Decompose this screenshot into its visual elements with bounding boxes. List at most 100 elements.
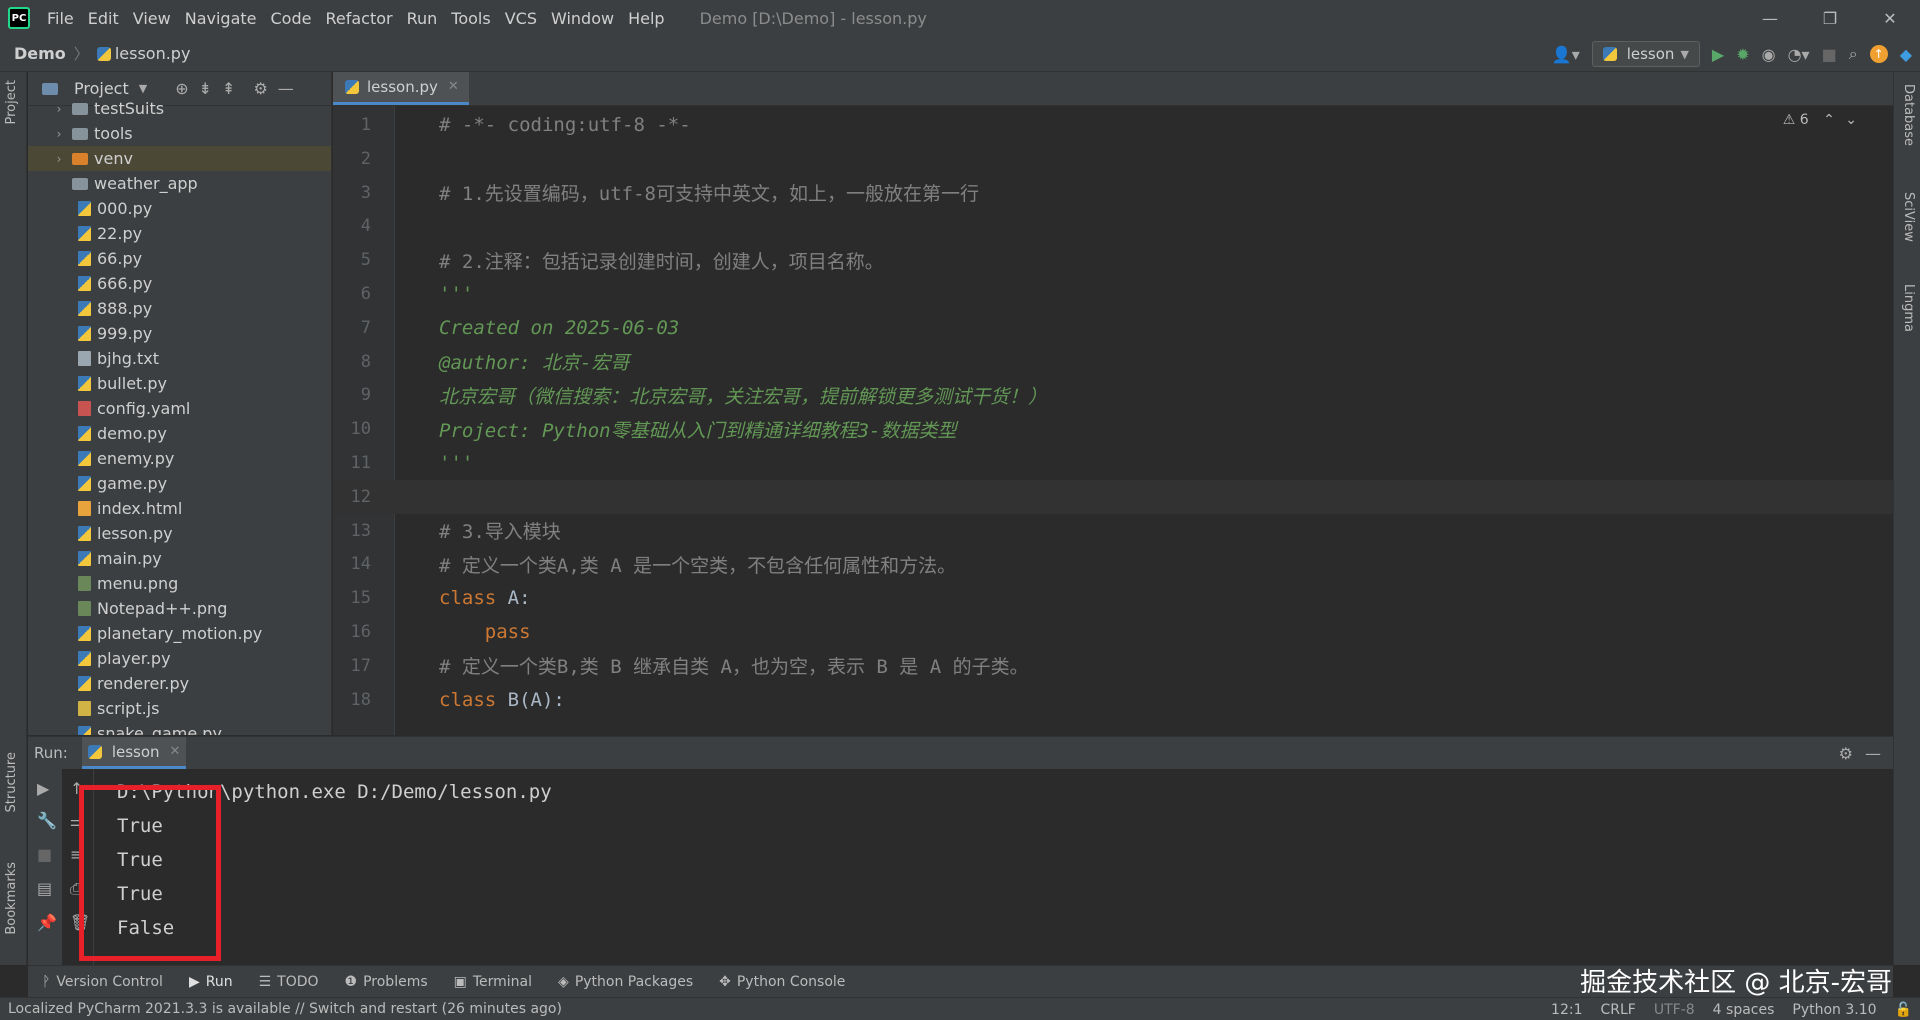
code-line[interactable]: 4 [333, 209, 1893, 243]
run-tool[interactable]: ▶ Run [189, 974, 233, 990]
stop-icon[interactable]: ■ [37, 845, 52, 864]
project-tree-item[interactable]: weather_app [28, 171, 198, 196]
chevron-down-icon[interactable]: ⌄ [1845, 112, 1857, 128]
code-line[interactable]: 12 [333, 479, 1893, 514]
code-line[interactable]: 16 pass [333, 615, 1893, 649]
code-line[interactable]: 15 class A: [333, 581, 1893, 615]
project-tree-item[interactable]: 000.py [28, 196, 152, 221]
menu-tools[interactable]: Tools [444, 9, 497, 28]
indent-setting[interactable]: 4 spaces [1713, 1002, 1775, 1018]
tab-lesson-py[interactable]: lesson.py ✕ [333, 72, 469, 105]
code-line[interactable]: 11 ''' [333, 446, 1893, 480]
project-tree-item[interactable]: snake_game.py [28, 721, 222, 735]
toolbox-icon[interactable]: ◆ [1900, 45, 1912, 64]
code-line[interactable]: 7 Created on 2025-06-03 [333, 311, 1893, 345]
update-icon[interactable]: ↑ [1869, 45, 1888, 63]
chevron-right-icon[interactable]: › [52, 152, 66, 166]
collapse-all-icon[interactable]: ⇞ [222, 79, 235, 98]
lingma-tool-tab[interactable]: Lingma [1901, 284, 1916, 332]
chevron-right-icon[interactable]: › [52, 127, 66, 141]
code-line[interactable]: 9 北京宏哥（微信搜索：北京宏哥，关注宏哥，提前解锁更多测试干货！） [333, 378, 1893, 412]
code-line[interactable]: 17 # 定义一个类B,类 B 继承自类 A，也为空，表示 B 是 A 的子类。 [333, 649, 1893, 683]
code-line[interactable]: 18 class B(A): [333, 683, 1893, 717]
menu-refactor[interactable]: Refactor [318, 9, 399, 28]
close-tab-icon[interactable]: ✕ [448, 79, 459, 94]
restore-button[interactable]: ❐ [1800, 0, 1860, 36]
code-line[interactable]: 3 # 1.先设置编码，utf-8可支持中英文，如上，一般放在第一行 [333, 176, 1893, 210]
file-encoding[interactable]: UTF-8 [1654, 1002, 1695, 1018]
chevron-right-icon[interactable]: › [52, 102, 66, 116]
pin-icon[interactable]: 📌 [37, 913, 57, 932]
expand-all-icon[interactable]: ⇟ [199, 79, 212, 98]
project-tree-item[interactable]: renderer.py [28, 671, 189, 696]
run-icon[interactable]: ▶ [1712, 45, 1724, 64]
project-tree-item[interactable]: menu.png [28, 571, 178, 596]
menu-file[interactable]: File [40, 9, 81, 28]
chevron-down-icon[interactable]: ▼ [139, 82, 147, 95]
caret-position[interactable]: 12:1 [1551, 1002, 1582, 1018]
run-tab-lesson[interactable]: lesson ✕ [81, 737, 187, 769]
code-line[interactable]: 2 [333, 142, 1893, 176]
project-tool-tab[interactable]: Project [4, 80, 19, 124]
warnings-badge[interactable]: ⚠ 6 ⌃ ⌄ [1783, 112, 1857, 128]
trash-icon[interactable]: 🗑 [70, 913, 90, 932]
gear-icon[interactable]: ⚙ [1839, 744, 1853, 763]
project-tree-item[interactable]: › tools [28, 121, 133, 146]
close-tab-icon[interactable]: ✕ [170, 744, 181, 759]
rerun-icon[interactable]: ▶ [37, 779, 49, 798]
minimize-button[interactable]: — [1740, 0, 1800, 36]
up-arrow-icon[interactable]: ↑ [70, 779, 83, 798]
project-tree-item[interactable]: 66.py [28, 246, 142, 271]
coverage-icon[interactable]: ◉ [1762, 45, 1776, 64]
hide-panel-icon[interactable]: — [278, 79, 294, 98]
terminal-tool[interactable]: ▣ Terminal [454, 974, 532, 990]
menu-view[interactable]: View [126, 9, 178, 28]
hide-panel-icon[interactable]: — [1865, 744, 1881, 763]
sciview-tool-tab[interactable]: SciView [1901, 192, 1916, 242]
code-line[interactable]: 6 ''' [333, 277, 1893, 311]
project-tree-item[interactable]: lesson.py [28, 521, 173, 546]
layout-icon[interactable]: ▤ [37, 879, 52, 898]
project-tree-item[interactable]: bullet.py [28, 371, 167, 396]
code-line[interactable]: 10 Project: Python零基础从入门到精通详细教程3-数据类型 [333, 412, 1893, 446]
code-line[interactable]: 8 @author: 北京-宏哥 [333, 345, 1893, 379]
project-tree-item[interactable]: 999.py [28, 321, 152, 346]
print-icon[interactable]: ⎙ [70, 879, 83, 899]
structure-tool-tab[interactable]: Structure [4, 752, 19, 812]
status-message[interactable]: Localized PyCharm 2021.3.3 is available … [0, 1001, 562, 1017]
code-line[interactable]: 1 # -*- coding:utf-8 -*- [333, 108, 1893, 142]
scroll-to-end-icon[interactable]: ≡ [70, 845, 83, 864]
todo-tool[interactable]: ☰ TODO [259, 974, 319, 990]
project-tree-item[interactable]: config.yaml [28, 396, 190, 421]
project-tree-item[interactable]: main.py [28, 546, 162, 571]
version-control-tool[interactable]: ᚹ Version Control [42, 974, 163, 990]
user-icon[interactable]: 👤▾ [1552, 45, 1580, 64]
search-icon[interactable]: ⌕ [1849, 44, 1858, 64]
project-tree-item[interactable]: 888.py [28, 296, 152, 321]
project-tree-item[interactable]: game.py [28, 471, 167, 496]
menu-navigate[interactable]: Navigate [178, 9, 264, 28]
run-config-select[interactable]: lesson ▼ [1591, 41, 1700, 67]
line-separator[interactable]: CRLF [1601, 1002, 1636, 1018]
project-tree-item[interactable]: index.html [28, 496, 182, 521]
python-packages-tool[interactable]: ◈ Python Packages [558, 974, 693, 990]
profile-icon[interactable]: ◔▾ [1788, 45, 1810, 64]
menu-window[interactable]: Window [544, 9, 621, 28]
project-tree-item[interactable]: › venv [28, 146, 331, 171]
lock-icon[interactable]: 🔓 [1895, 1002, 1912, 1018]
bookmarks-tool-tab[interactable]: Bookmarks [4, 862, 19, 935]
gear-icon[interactable]: ⚙ [253, 79, 267, 98]
menu-edit[interactable]: Edit [81, 9, 126, 28]
wrench-icon[interactable]: 🔧 [37, 811, 57, 830]
menu-code[interactable]: Code [264, 9, 319, 28]
breadcrumb-file[interactable]: lesson.py [115, 44, 191, 63]
close-window-button[interactable]: ✕ [1860, 0, 1920, 36]
code-line[interactable]: 5 # 2.注释：包括记录创建时间，创建人，项目名称。 [333, 243, 1893, 277]
soft-wrap-icon[interactable]: ⇉ [70, 813, 83, 832]
python-console-tool[interactable]: ✥ Python Console [719, 974, 845, 990]
locate-icon[interactable]: ⊕ [175, 79, 188, 98]
problems-tool[interactable]: ❶ Problems [345, 974, 428, 990]
debug-icon[interactable]: ✹ [1736, 45, 1749, 64]
project-tree-item[interactable]: player.py [28, 646, 171, 671]
code-line[interactable]: 14 # 定义一个类A,类 A 是一个空类，不包含任何属性和方法。 [333, 547, 1893, 581]
